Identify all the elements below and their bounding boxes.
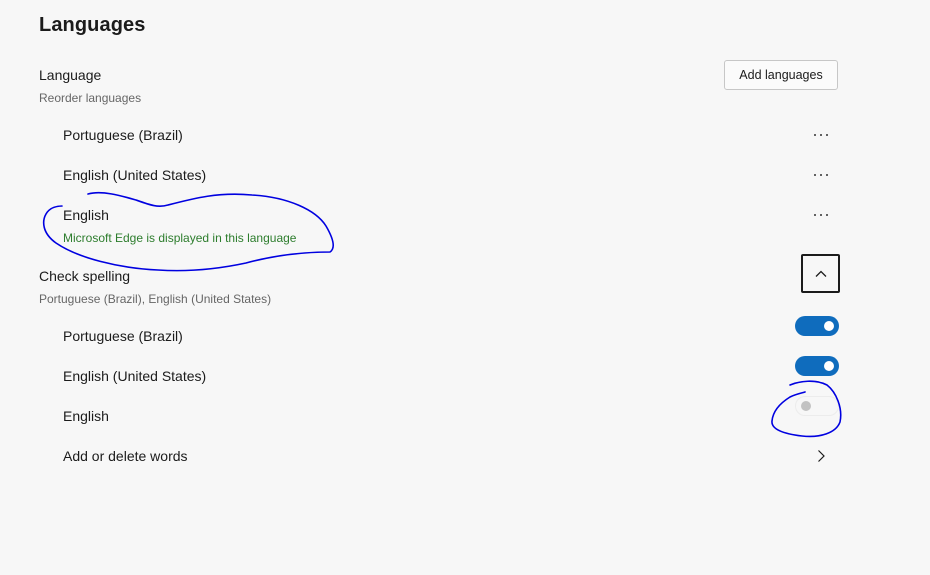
chevron-right-icon[interactable] — [813, 448, 829, 464]
add-languages-button[interactable]: Add languages — [724, 60, 838, 90]
toggle-knob — [824, 361, 834, 371]
spelling-item-label: English — [63, 408, 109, 424]
language-item-label: English (United States) — [63, 167, 207, 183]
add-delete-words-label: Add or delete words — [63, 448, 188, 464]
more-horizontal-icon — [812, 134, 830, 136]
toggle-knob — [801, 401, 811, 411]
spelling-item-english-us: English (United States) — [63, 366, 843, 390]
spelling-toggle-english[interactable] — [795, 396, 839, 416]
spelling-item-english: English — [63, 406, 843, 430]
language-item-english-us: English (United States) — [63, 165, 843, 189]
language-item-label: English — [63, 207, 109, 223]
spelling-item-label: English (United States) — [63, 368, 207, 384]
spelling-toggle-portuguese-brazil[interactable] — [795, 316, 839, 336]
more-options-button-english-us[interactable] — [808, 165, 834, 185]
more-options-button-english[interactable] — [808, 205, 834, 225]
display-language-note: Microsoft Edge is displayed in this lang… — [63, 231, 297, 245]
language-section-subtitle: Reorder languages — [39, 91, 142, 105]
spelling-toggle-english-us[interactable] — [795, 356, 839, 376]
language-item-label: Portuguese (Brazil) — [63, 127, 183, 143]
spelling-item-label: Portuguese (Brazil) — [63, 328, 183, 344]
spelling-section-subtitle: Portuguese (Brazil), English (United Sta… — [39, 292, 272, 306]
more-horizontal-icon — [812, 214, 830, 216]
toggle-knob — [824, 321, 834, 331]
add-delete-words-row[interactable]: Add or delete words — [63, 446, 843, 470]
chevron-up-icon — [815, 270, 826, 277]
spelling-item-portuguese-brazil: Portuguese (Brazil) — [63, 326, 843, 350]
languages-settings-page: Languages Language Reorder languages Add… — [0, 0, 930, 575]
spelling-section-title: Check spelling — [39, 268, 131, 284]
language-section-title: Language — [39, 67, 102, 83]
language-item-portuguese-brazil: Portuguese (Brazil) — [63, 125, 843, 149]
collapse-spelling-button[interactable] — [801, 254, 840, 293]
language-item-english: English — [63, 205, 843, 229]
more-options-button-portuguese-brazil[interactable] — [808, 125, 834, 145]
more-horizontal-icon — [812, 174, 830, 176]
page-title: Languages — [39, 14, 146, 36]
